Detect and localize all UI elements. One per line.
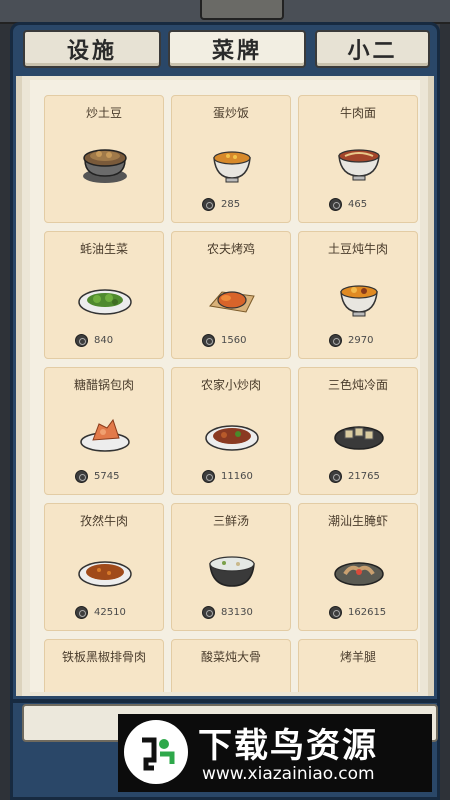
dish-price: 21765	[329, 468, 380, 484]
coin-icon	[202, 605, 215, 619]
cumin-beef-plate-icon	[78, 561, 132, 587]
price-value: 83130	[221, 606, 253, 618]
dish-price: 5745	[75, 468, 119, 484]
price-value: 162615	[348, 606, 387, 618]
dish-name: 潮汕生腌虾	[327, 514, 388, 528]
price-value: 42510	[94, 606, 126, 618]
roast-lamb-leg-icon	[329, 676, 389, 692]
bird-logo-icon	[124, 720, 188, 784]
tab-menu[interactable]: 菜牌	[168, 30, 306, 68]
coin-icon	[75, 333, 88, 347]
dish-card[interactable]: 农家小炒肉 11160	[171, 367, 291, 495]
dish-name: 烤羊腿	[339, 650, 376, 664]
top-scene-strip	[0, 0, 450, 24]
dish-card[interactable]: 蛋炒饭 285	[171, 95, 291, 223]
coin-icon	[329, 197, 342, 211]
shrimp-plate-icon	[334, 562, 384, 586]
beef-stew-bowl-icon	[340, 285, 378, 317]
dish-card[interactable]: 蚝油生菜 840	[44, 231, 164, 359]
price-value: 285	[221, 198, 241, 210]
dish-card[interactable]: 炒土豆	[44, 95, 164, 223]
dish-card[interactable]: 烤羊腿	[298, 639, 418, 692]
dish-name: 三鲜汤	[212, 514, 249, 528]
dish-name: 三色炖冷面	[327, 378, 388, 392]
dish-price: 285	[202, 196, 240, 212]
stir-fry-plate-icon	[205, 425, 259, 451]
dish-card[interactable]: 三色炖冷面 21765	[298, 367, 418, 495]
dish-name: 农家小炒肉	[200, 378, 261, 392]
dish-card[interactable]: 农夫烤鸡 1560	[171, 231, 291, 359]
dish-price: 11160	[202, 468, 253, 484]
price-value: 2970	[348, 334, 374, 346]
watermark-url: www.xiazainiao.com	[202, 764, 375, 784]
dish-price: 2970	[329, 332, 373, 348]
dish-name: 农夫烤鸡	[206, 242, 255, 256]
watermark-banner: 下载鸟资源 www.xiazainiao.com	[118, 714, 432, 792]
dish-card[interactable]: 铁板黑椒排骨肉	[44, 639, 164, 692]
noodle-bowl-icon	[338, 149, 380, 181]
coin-icon	[75, 605, 88, 619]
dish-card[interactable]: 牛肉面 465	[298, 95, 418, 223]
coin-icon	[202, 197, 215, 211]
coin-icon	[329, 605, 342, 619]
price-value: 1560	[221, 334, 247, 346]
dish-name: 铁板黑椒排骨肉	[61, 650, 146, 664]
clay-pot-icon	[83, 149, 127, 183]
dish-name: 土豆炖牛肉	[327, 242, 388, 256]
dish-price: 42510	[75, 604, 126, 620]
dish-price: 1560	[202, 332, 246, 348]
dish-name: 炒土豆	[85, 106, 122, 120]
sizzling-ribs-icon	[75, 676, 135, 692]
roast-chicken-icon	[209, 291, 255, 313]
dish-card[interactable]: 糖醋锅包肉 5745	[44, 367, 164, 495]
dish-price: 162615	[329, 604, 386, 620]
dish-name: 蛋炒饭	[212, 106, 249, 120]
price-value: 11160	[221, 470, 253, 482]
tab-bar: 设施 菜牌 小二	[10, 22, 440, 74]
dish-grid[interactable]: 炒土豆 蛋炒饭 285 牛肉面 465 蚝油生菜 840 农夫烤鸡 1560 土…	[30, 80, 420, 692]
coin-icon	[329, 333, 342, 347]
greens-plate-icon	[78, 289, 132, 315]
top-sign-board	[200, 0, 284, 20]
dish-name: 酸菜炖大骨	[200, 650, 261, 664]
coin-icon	[329, 469, 342, 483]
dish-name: 孜然牛肉	[79, 514, 128, 528]
dish-name: 蚝油生菜	[79, 242, 128, 256]
coin-icon	[75, 469, 88, 483]
bone-stew-icon	[202, 676, 262, 692]
price-value: 5745	[94, 470, 120, 482]
dish-card[interactable]: 潮汕生腌虾 162615	[298, 503, 418, 631]
dish-name: 牛肉面	[339, 106, 376, 120]
dish-price: 465	[329, 196, 367, 212]
dish-card[interactable]: 三鲜汤 83130	[171, 503, 291, 631]
soup-bowl-icon	[209, 556, 255, 587]
cold-noodle-plate-icon	[334, 426, 384, 450]
coin-icon	[202, 333, 215, 347]
coin-icon	[202, 469, 215, 483]
dish-price: 83130	[202, 604, 253, 620]
sweet-sour-pork-icon	[80, 418, 130, 452]
price-value: 840	[94, 334, 114, 346]
dish-card[interactable]: 酸菜炖大骨	[171, 639, 291, 692]
price-value: 465	[348, 198, 368, 210]
tab-waiter[interactable]: 小二	[315, 30, 430, 68]
price-value: 21765	[348, 470, 380, 482]
tab-facilities[interactable]: 设施	[23, 30, 161, 68]
dish-card[interactable]: 土豆炖牛肉 2970	[298, 231, 418, 359]
dish-price: 840	[75, 332, 113, 348]
dish-name: 糖醋锅包肉	[73, 378, 134, 392]
fried-rice-bowl-icon	[213, 151, 251, 183]
watermark-title: 下载鸟资源	[198, 726, 378, 766]
dish-card[interactable]: 孜然牛肉 42510	[44, 503, 164, 631]
